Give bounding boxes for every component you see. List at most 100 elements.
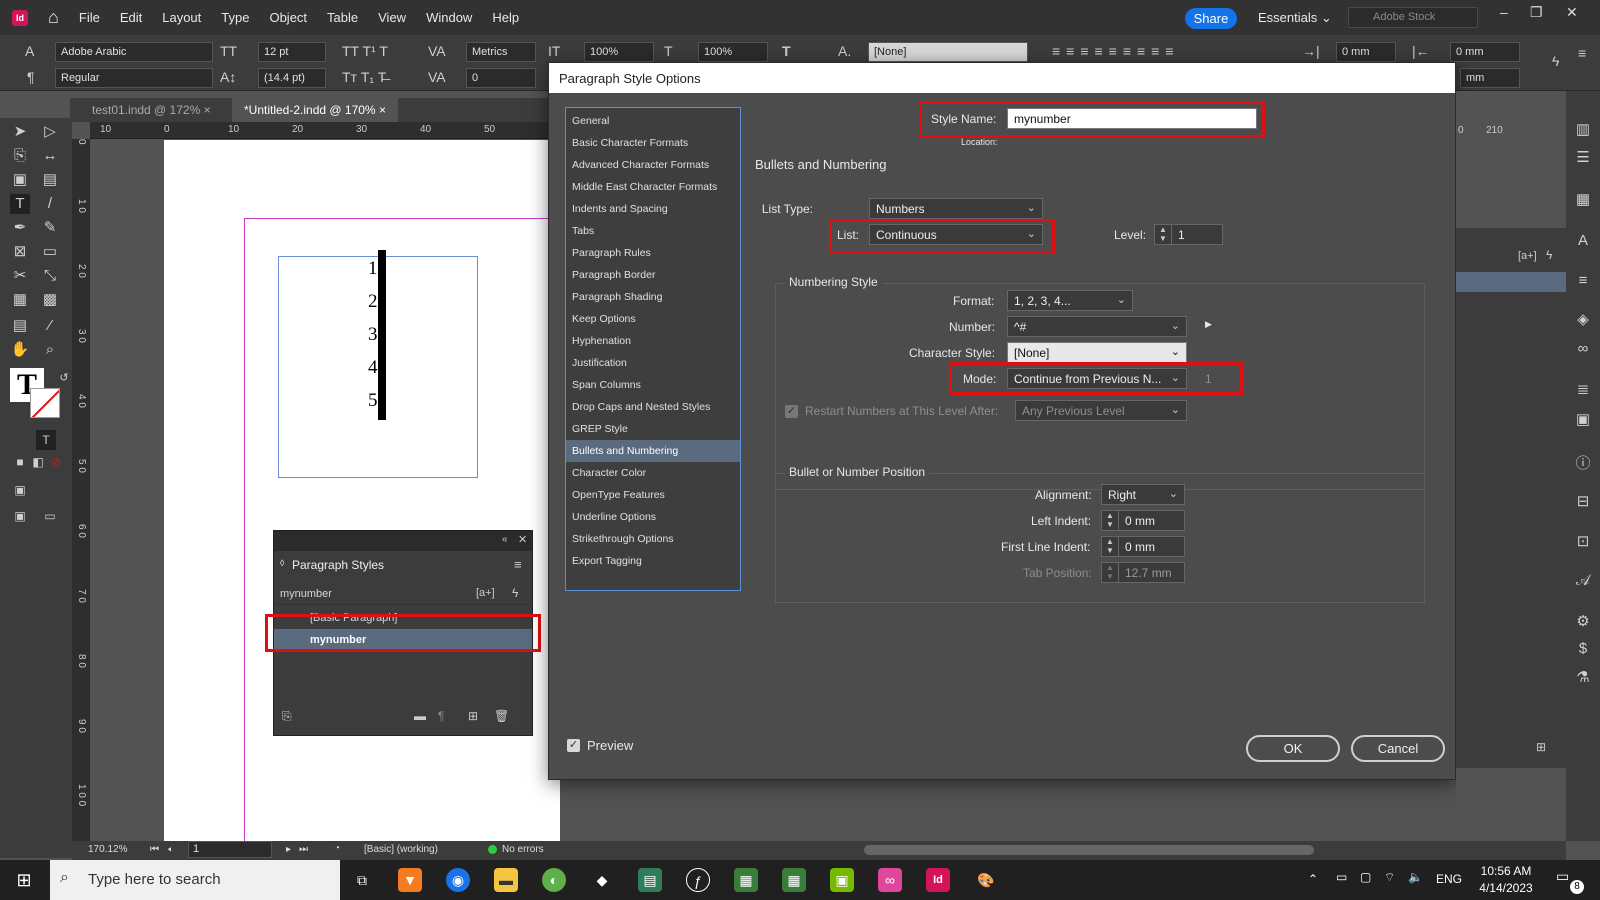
task-view-icon[interactable]: ⧉ [350, 868, 374, 892]
file-explorer-icon[interactable]: ▬ [494, 868, 518, 892]
collapse-icon[interactable]: « [502, 534, 508, 545]
space-after-field[interactable]: mm [1460, 68, 1520, 88]
open-page-icon[interactable]: ◔ [334, 843, 340, 854]
rectangle-tool-icon[interactable]: ▭ [40, 242, 60, 262]
zoom-level[interactable]: 170.12% [88, 844, 127, 855]
data-merge-icon[interactable]: $ [1572, 640, 1594, 662]
content-collector-icon[interactable]: ▣ [10, 170, 30, 190]
panel-menu-icon[interactable]: ≡ [514, 557, 522, 572]
indesign-taskbar-icon[interactable]: Id [926, 868, 950, 892]
swatches-icon[interactable]: ▣ [1572, 410, 1594, 432]
category-item[interactable]: Export Tagging [566, 550, 740, 572]
tab-untitled-2[interactable]: *Untitled-2.indd @ 170% × [232, 98, 398, 122]
lightning-icon[interactable]: ϟ [512, 586, 518, 600]
cancel-button[interactable]: Cancel [1351, 735, 1445, 762]
first-line-indent-input[interactable]: 0 mm [1118, 536, 1185, 557]
minimize-icon[interactable]: – [1500, 4, 1508, 20]
close-icon[interactable]: × [379, 103, 386, 117]
transform-icon[interactable]: ⊡ [1572, 532, 1594, 554]
level-stepper[interactable]: ▲ ▼ [1154, 224, 1171, 245]
category-item[interactable]: Paragraph Border [566, 264, 740, 286]
close-icon[interactable]: ✕ [1566, 4, 1578, 21]
alignment-dropdown[interactable]: Right ⌄ [1101, 484, 1185, 505]
stroke-none-icon[interactable] [30, 388, 60, 418]
category-item[interactable]: Keep Options [566, 308, 740, 330]
taskbar-search[interactable]: Type here to search [50, 860, 340, 900]
display-icon[interactable]: ▢ [1360, 870, 1371, 884]
type-tool-icon[interactable]: T [10, 194, 30, 214]
page-tool-icon[interactable]: ⎘ [10, 146, 30, 166]
page-nav-next-last-icon[interactable]: ▸⏭ [286, 844, 316, 855]
chevron-up-icon[interactable]: ⌃ [1308, 872, 1318, 886]
clear-overrides-icon[interactable]: ¶ [438, 709, 444, 723]
left-indent-field[interactable]: 0 mm [1336, 42, 1396, 62]
windows-start-icon[interactable]: ⊞ [12, 868, 36, 892]
paragraph-mode-icon[interactable]: ¶ [27, 69, 35, 85]
horizontal-scale-field[interactable]: 100% [698, 42, 768, 62]
line-tool-icon[interactable]: / [40, 194, 60, 214]
swap-fill-stroke-icon[interactable]: ↺ [54, 368, 74, 388]
category-item[interactable]: Strikethrough Options [566, 528, 740, 550]
category-item[interactable]: Span Columns [566, 374, 740, 396]
zoom-tool-icon[interactable]: ⌕ [40, 340, 60, 360]
meet-icon[interactable]: ▭ [1336, 870, 1347, 884]
lightning-icon[interactable]: ϟ [1552, 53, 1559, 69]
notification-icon[interactable]: ▭ [1556, 868, 1569, 885]
category-item[interactable]: Justification [566, 352, 740, 374]
restart-numbers-checkbox[interactable]: ✓ [785, 405, 798, 418]
category-item[interactable]: Paragraph Shading [566, 286, 740, 308]
menu-window[interactable]: Window [416, 10, 482, 25]
create-style-icon[interactable]: [a+] [476, 587, 495, 599]
home-icon[interactable]: ⌂ [38, 7, 69, 28]
small-caps-icon[interactable]: Tт T₁ T̶ [342, 69, 386, 85]
folder-icon[interactable]: ▬ [414, 709, 426, 723]
category-item[interactable]: Paragraph Rules [566, 242, 740, 264]
free-transform-tool-icon[interactable]: ⤡ [40, 266, 60, 286]
cc-libraries-icon[interactable]: ▦ [1572, 190, 1594, 212]
vertical-scale-field[interactable]: 100% [584, 42, 654, 62]
preflight-profile[interactable]: [Basic] (working) [364, 844, 438, 855]
menu-help[interactable]: Help [482, 10, 529, 25]
kerning-field[interactable]: Metrics [466, 42, 536, 62]
category-item[interactable]: Indents and Spacing [566, 198, 740, 220]
creative-cloud-icon[interactable]: ∞ [878, 868, 902, 892]
align-buttons-icon[interactable]: ≡≡≡≡≡≡≡≡≡ [1052, 43, 1180, 59]
category-item[interactable]: Character Color [566, 462, 740, 484]
page-number-field[interactable]: 1 [188, 841, 272, 858]
app-icon[interactable]: ◆ [590, 868, 614, 892]
create-style-icon[interactable]: [a+] [1518, 250, 1537, 262]
scissors-tool-icon[interactable]: ✂ [10, 266, 30, 286]
clock-date[interactable]: 4/14/2023 [1476, 881, 1536, 895]
menu-file[interactable]: File [69, 10, 110, 25]
list-type-dropdown[interactable]: Numbers ⌄ [869, 198, 1043, 219]
stroke-icon[interactable]: ≣ [1572, 380, 1594, 402]
volume-icon[interactable]: 🔈 [1408, 870, 1423, 884]
category-item[interactable]: Drop Caps and Nested Styles [566, 396, 740, 418]
menu-table[interactable]: Table [317, 10, 368, 25]
format-dropdown[interactable]: 1, 2, 3, 4... ⌄ [1007, 290, 1133, 311]
tab-position-stepper[interactable]: ▲ ▼ [1101, 562, 1118, 583]
rectangle-frame-tool-icon[interactable]: ⊠ [10, 242, 30, 262]
apply-color-icon[interactable]: ■ [10, 452, 30, 472]
restart-level-dropdown[interactable]: Any Previous Level ⌄ [1015, 400, 1187, 421]
left-indent-stepper[interactable]: ▲ ▼ [1101, 510, 1118, 531]
app-icon[interactable]: ▤ [638, 868, 662, 892]
trash-icon[interactable]: 🗑 [494, 709, 509, 723]
category-item[interactable]: Hyphenation [566, 330, 740, 352]
font-family-field[interactable]: Adobe Arabic [55, 42, 213, 62]
app-icon[interactable]: ◐ [542, 868, 566, 892]
menu-layout[interactable]: Layout [152, 10, 211, 25]
restore-icon[interactable]: ❐ [1530, 4, 1543, 21]
tab-paragraph-styles[interactable]: ◊ Paragraph Styles [274, 551, 394, 579]
menu-edit[interactable]: Edit [110, 10, 152, 25]
tab-test01[interactable]: test01.indd @ 172% × [80, 98, 223, 122]
category-item[interactable]: General [566, 110, 740, 132]
ok-button[interactable]: OK [1246, 735, 1340, 762]
page-nav-first-prev-icon[interactable]: ⏮◂ [150, 844, 180, 855]
properties-icon[interactable]: ☰ [1572, 148, 1594, 170]
category-item[interactable]: Underline Options [566, 506, 740, 528]
layers-icon[interactable]: ◈ [1572, 310, 1594, 332]
character-mode-icon[interactable]: A [25, 43, 34, 59]
level-input[interactable]: 1 [1171, 224, 1223, 245]
hand-tool-icon[interactable]: ✋ [10, 340, 30, 360]
